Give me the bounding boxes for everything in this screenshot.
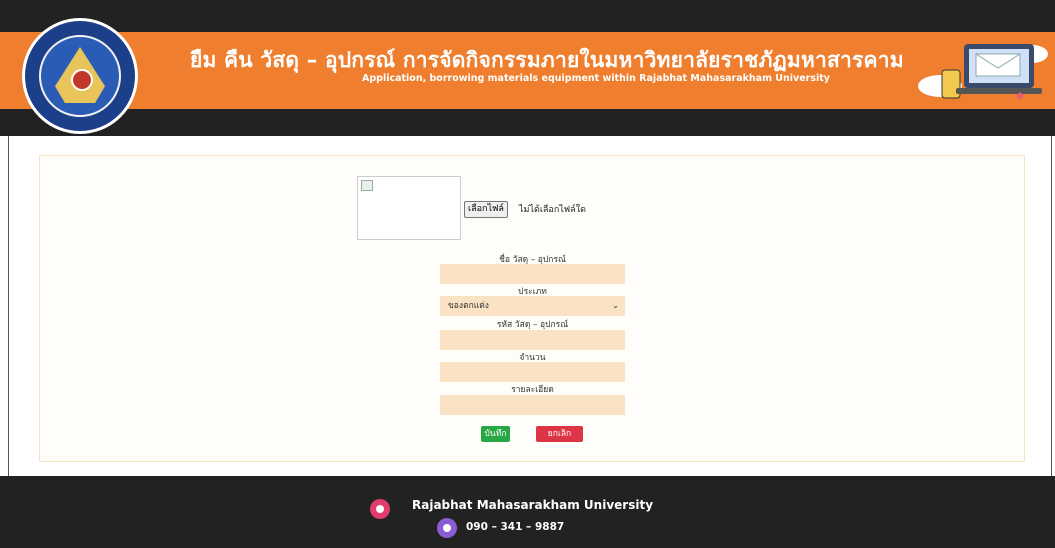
chevron-down-icon: ⌄	[612, 301, 619, 310]
code-label: รหัส วัสดุ – อุปกรณ์	[496, 320, 569, 330]
file-status-text: ไม่ได้เลือกไฟล์ใด	[519, 205, 586, 215]
footer-phone: 090 – 341 – 9887	[466, 521, 565, 533]
footer	[0, 476, 1055, 548]
name-input[interactable]	[440, 264, 625, 284]
code-input[interactable]	[440, 330, 625, 350]
logo-center	[71, 69, 93, 91]
phone-icon	[437, 518, 457, 538]
image-preview	[357, 176, 461, 240]
save-button[interactable]: บันทึก	[481, 426, 510, 442]
header-dark-strip	[0, 109, 1055, 136]
detail-label: รายละเอียด	[511, 385, 554, 395]
laptop-email-illustration	[918, 44, 1048, 100]
university-logo	[22, 18, 138, 134]
quantity-input[interactable]	[440, 362, 625, 382]
top-bar	[0, 0, 1055, 32]
detail-input[interactable]	[440, 395, 625, 415]
location-icon	[370, 499, 390, 519]
choose-file-button[interactable]: เลือกไฟล์	[464, 201, 508, 218]
broken-image-icon	[361, 180, 373, 191]
cancel-button[interactable]: ยกเลิก	[536, 426, 583, 442]
type-select[interactable]: ของตกแต่ง ⌄	[440, 296, 625, 316]
type-select-value: ของตกแต่ง	[448, 301, 489, 311]
footer-university: Rajabhat Mahasarakham University	[412, 498, 654, 512]
header-title-english: Application, borrowing materials equipme…	[362, 73, 830, 84]
